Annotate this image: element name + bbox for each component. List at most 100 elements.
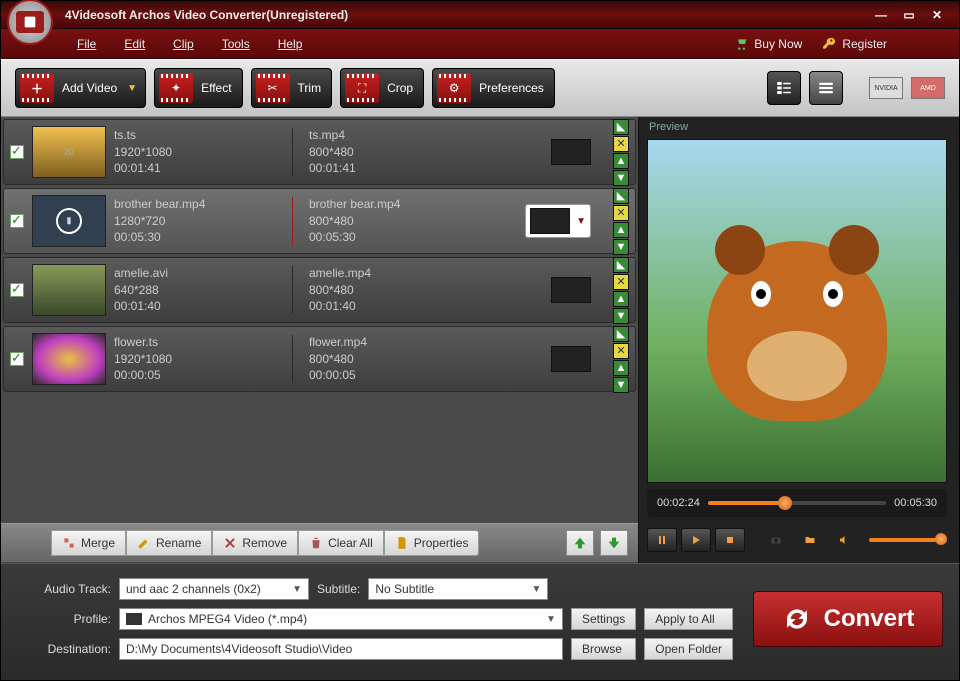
move-up-button[interactable] [566, 530, 594, 556]
seek-slider[interactable] [708, 501, 886, 505]
preview-viewport [647, 139, 947, 483]
subtitle-label: Subtitle: [317, 582, 360, 596]
moveup-icon[interactable]: ▲ [613, 153, 629, 169]
output-duration: 00:00:05 [309, 367, 451, 384]
file-row[interactable]: flower.ts 1920*1080 00:00:05 flower.mp4 … [3, 326, 636, 392]
preferences-button[interactable]: ⚙ Preferences [432, 68, 555, 108]
close-button[interactable]: ✕ [927, 7, 947, 23]
view-thumbnails-button[interactable] [767, 71, 801, 105]
destination-input[interactable]: D:\My Documents\4Videosoft Studio\Video [119, 638, 563, 660]
apply-all-button[interactable]: Apply to All [644, 608, 733, 630]
output-profile-thumb[interactable] [551, 139, 591, 165]
menu-edit[interactable]: Edit [110, 37, 159, 51]
amd-badge: AMD [911, 77, 945, 99]
output-name: ts.mp4 [309, 127, 451, 144]
merge-button[interactable]: Merge [51, 530, 126, 556]
remove-icon[interactable]: ✕ [613, 205, 629, 221]
moveup-icon[interactable]: ▲ [613, 222, 629, 238]
moveup-icon[interactable]: ▲ [613, 291, 629, 307]
view-list-button[interactable] [809, 71, 843, 105]
checkbox[interactable] [10, 145, 24, 159]
preview-label: Preview [639, 117, 959, 139]
output-resolution: 800*480 [309, 282, 451, 299]
volume-slider[interactable] [869, 538, 947, 542]
snapshot-button[interactable] [761, 528, 791, 552]
movedown-icon[interactable]: ▼ [613, 170, 629, 186]
movedown-icon[interactable]: ▼ [613, 239, 629, 255]
minimize-button[interactable]: — [871, 7, 891, 23]
remove-icon[interactable]: ✕ [613, 274, 629, 290]
thumbnail [32, 264, 106, 316]
expand-icon[interactable]: ◣ [613, 119, 629, 135]
crop-button[interactable]: ⛶ Crop [340, 68, 424, 108]
chevron-down-icon: ▼ [127, 83, 145, 94]
key-icon [822, 37, 836, 51]
output-name: amelie.mp4 [309, 265, 451, 282]
subtitle-select[interactable]: No Subtitle▼ [368, 578, 548, 600]
file-duration: 00:05:30 [114, 229, 284, 246]
add-video-button[interactable]: ＋ Add Video ▼ [15, 68, 146, 108]
menu-file[interactable]: File [63, 37, 110, 51]
remove-button[interactable]: Remove [212, 530, 298, 556]
remove-icon[interactable]: ✕ [613, 343, 629, 359]
output-name: flower.mp4 [309, 334, 451, 351]
cart-icon [734, 37, 748, 51]
output-duration: 00:01:41 [309, 160, 451, 177]
expand-icon[interactable]: ◣ [613, 188, 629, 204]
file-duration: 00:01:41 [114, 160, 284, 177]
file-row[interactable]: 20 ts.ts 1920*1080 00:01:41 ts.mp4 800*4… [3, 119, 636, 185]
file-row[interactable]: Ⅱ brother bear.mp4 1280*720 00:05:30 bro… [3, 188, 636, 254]
file-name: flower.ts [114, 334, 284, 351]
player-controls [647, 523, 947, 557]
open-folder-button[interactable] [795, 528, 825, 552]
open-folder-button[interactable]: Open Folder [644, 638, 733, 660]
expand-icon[interactable]: ◣ [613, 257, 629, 273]
nvidia-badge: NVIDIA [869, 77, 903, 99]
register-link[interactable]: Register [812, 37, 897, 51]
properties-button[interactable]: Properties [384, 530, 480, 556]
rename-button[interactable]: Rename [126, 530, 212, 556]
menu-help[interactable]: Help [264, 37, 317, 51]
audiotrack-select[interactable]: und aac 2 channels (0x2)▼ [119, 578, 309, 600]
timeline[interactable]: 00:02:24 00:05:30 [647, 489, 947, 517]
remove-icon[interactable]: ✕ [613, 136, 629, 152]
crop-icon: ⛶ [345, 73, 379, 103]
convert-button[interactable]: Convert [753, 591, 943, 647]
output-profile-selector[interactable]: ▼ [525, 204, 591, 238]
output-resolution: 800*480 [309, 351, 451, 368]
clear-all-button[interactable]: Clear All [298, 530, 384, 556]
menu-clip[interactable]: Clip [159, 37, 208, 51]
file-row[interactable]: amelie.avi 640*288 00:01:40 amelie.mp4 8… [3, 257, 636, 323]
checkbox[interactable] [10, 352, 24, 366]
trash-icon [309, 536, 323, 550]
expand-icon[interactable]: ◣ [613, 326, 629, 342]
maximize-button[interactable]: ▭ [899, 7, 919, 23]
pause-button[interactable] [647, 528, 677, 552]
play-button[interactable] [681, 528, 711, 552]
file-resolution: 1920*1080 [114, 144, 284, 161]
file-name: amelie.avi [114, 265, 284, 282]
movedown-icon[interactable]: ▼ [613, 308, 629, 324]
effect-button[interactable]: ✦ Effect [154, 68, 242, 108]
menu-tools[interactable]: Tools [208, 37, 264, 51]
browse-button[interactable]: Browse [571, 638, 636, 660]
checkbox[interactable] [10, 283, 24, 297]
menu-bar: File Edit Clip Tools Help Buy Now Regist… [1, 29, 959, 59]
move-down-button[interactable] [600, 530, 628, 556]
profile-select[interactable]: Archos MPEG4 Video (*.mp4) ▼ [119, 608, 563, 630]
moveup-icon[interactable]: ▲ [613, 360, 629, 376]
destination-label: Destination: [17, 642, 111, 656]
scissors-icon: ✂ [256, 73, 290, 103]
buy-now-link[interactable]: Buy Now [724, 37, 812, 51]
output-profile-thumb[interactable] [551, 346, 591, 372]
audiotrack-label: Audio Track: [17, 582, 111, 596]
stop-button[interactable] [715, 528, 745, 552]
output-name: brother bear.mp4 [309, 196, 451, 213]
movedown-icon[interactable]: ▼ [613, 377, 629, 393]
output-profile-thumb[interactable] [551, 277, 591, 303]
trim-button[interactable]: ✂ Trim [251, 68, 333, 108]
output-duration: 00:01:40 [309, 298, 451, 315]
file-resolution: 1280*720 [114, 213, 284, 230]
settings-button[interactable]: Settings [571, 608, 636, 630]
checkbox[interactable] [10, 214, 24, 228]
